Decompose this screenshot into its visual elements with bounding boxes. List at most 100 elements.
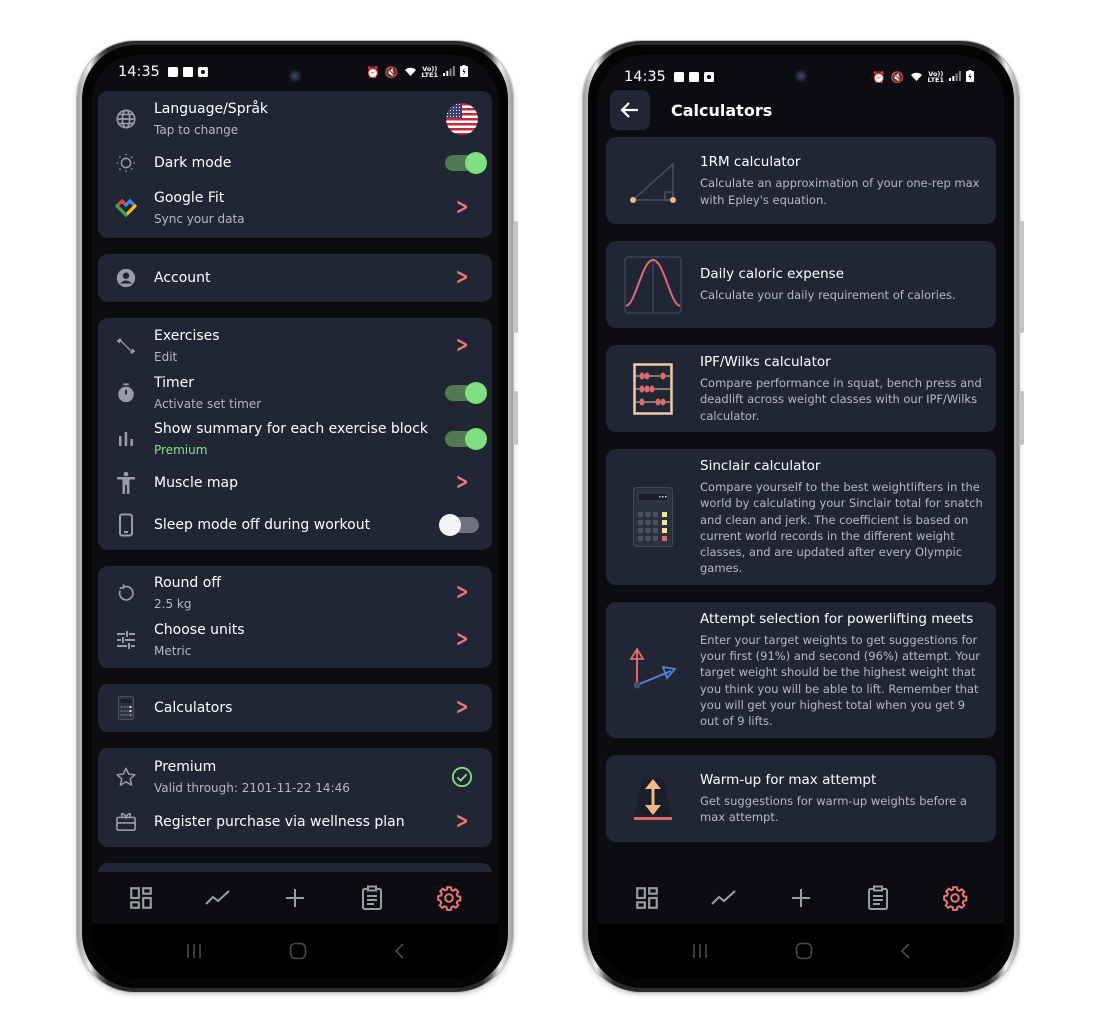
premium-valid-through: Valid through: 2101-11-22 14:46 <box>154 781 350 795</box>
calculator-title: Daily caloric expense <box>700 266 844 283</box>
mute-icon: 🔇 <box>384 65 399 79</box>
setting-title: Round off <box>154 574 221 591</box>
calculator-1rm[interactable]: 1RM calculator Calculate an approximatio… <box>606 137 996 224</box>
nav-add[interactable] <box>275 878 315 918</box>
chevron-right-icon: > <box>455 470 469 495</box>
setting-muscle-map[interactable]: Muscle map > <box>98 462 492 504</box>
nav-programs[interactable] <box>858 878 898 918</box>
nav-add[interactable] <box>781 878 821 918</box>
camera-notification-icon <box>197 67 208 77</box>
calculator-title: 1RM calculator <box>700 154 801 171</box>
settings-list: Language/Språk Tap to change Dark mode G… <box>98 91 492 919</box>
alarm-icon: ⏰ <box>872 70 886 84</box>
setting-timer: Timer Activate set timer <box>98 369 492 416</box>
calculator-ipf-wilks[interactable]: IPF/Wilks calculator Compare performance… <box>606 345 996 432</box>
plus-icon <box>285 889 304 907</box>
chevron-right-icon: > <box>455 579 469 605</box>
sliders-icon <box>98 630 154 650</box>
app-header: Calculators <box>610 89 992 131</box>
bottom-navigation <box>598 872 1004 924</box>
volume-button <box>1019 221 1024 333</box>
calculator-icon <box>606 486 700 547</box>
phone-icon <box>98 513 154 537</box>
nav-dashboard[interactable] <box>627 878 667 918</box>
wifi-icon <box>404 66 417 79</box>
back-nav-icon[interactable] <box>393 942 405 960</box>
setting-title: Register purchase via wellness plan <box>154 814 405 830</box>
setting-title: Sleep mode off during workout <box>154 517 371 533</box>
phone-calculators: 14:35 ⏰ 🔇 Vo)) LTE1 Calculators 1RM calc… <box>583 41 1024 992</box>
setting-exercises[interactable]: Exercises Edit > <box>98 322 492 369</box>
globe-icon <box>98 108 154 130</box>
signal-icon <box>949 70 961 84</box>
dark-mode-toggle[interactable] <box>445 152 487 174</box>
nav-dashboard[interactable] <box>121 878 161 918</box>
setting-subtitle: Metric <box>154 643 192 658</box>
premium-label: Premium <box>154 443 208 457</box>
dumbbell-icon <box>98 335 154 357</box>
gallery-notification-icon <box>167 67 178 77</box>
calculator-caloric[interactable]: Daily caloric expense Calculate your dai… <box>606 241 996 328</box>
us-flag-icon[interactable] <box>446 103 478 135</box>
setting-wellness-plan[interactable]: Register purchase via wellness plan > <box>98 802 492 842</box>
system-navigation <box>92 924 498 978</box>
calculator-title: IPF/Wilks calculator <box>700 354 831 371</box>
phone-settings: 14:35 ⏰ 🔇 Vo)) LTE1 Language/Språk Tap t… <box>77 41 518 992</box>
warmup-arrow-icon <box>606 775 700 821</box>
calculator-sinclair[interactable]: Sinclair calculator Compare yourself to … <box>606 449 996 585</box>
setting-subtitle: Activate set timer <box>154 396 262 411</box>
setting-title: Premium <box>154 759 217 775</box>
calculator-description: Calculate your daily requirement of calo… <box>700 288 956 303</box>
body-icon <box>98 471 154 495</box>
setting-choose-units[interactable]: Choose units Metric > <box>98 616 492 663</box>
battery-icon <box>460 64 468 80</box>
news-notification-icon <box>688 72 699 82</box>
bell-curve-icon <box>606 255 700 314</box>
nav-progress[interactable] <box>198 878 238 918</box>
recent-apps-icon[interactable] <box>691 943 709 959</box>
gift-card-icon <box>98 812 154 832</box>
setting-title: Exercises <box>154 327 220 344</box>
setting-title: Google Fit <box>154 190 225 206</box>
mute-icon: 🔇 <box>890 70 905 84</box>
camera-notification-icon <box>703 72 714 82</box>
status-bar: 14:35 ⏰ 🔇 Vo)) LTE1 <box>92 55 498 89</box>
setting-account[interactable]: Account > <box>98 254 492 302</box>
summary-toggle[interactable] <box>445 428 487 450</box>
sleep-mode-toggle[interactable] <box>439 514 479 536</box>
chevron-right-icon: > <box>455 265 469 290</box>
calculator-icon <box>98 696 154 720</box>
setting-round-off[interactable]: Round off 2.5 kg > <box>98 569 492 616</box>
nav-progress[interactable] <box>704 878 744 918</box>
calculator-title: Attempt selection for powerlifting meets <box>700 610 974 627</box>
nav-settings[interactable] <box>935 878 975 918</box>
calculator-description: Enter your target weights to get suggest… <box>700 632 980 729</box>
setting-google-fit[interactable]: Google Fit Sync your data > <box>98 183 492 233</box>
settings-group-general: Language/Språk Tap to change Dark mode G… <box>98 91 492 238</box>
timer-toggle[interactable] <box>445 381 487 404</box>
settings-group-premium: Premium Valid through: 2101-11-22 14:46 … <box>98 748 492 847</box>
setting-language[interactable]: Language/Språk Tap to change <box>98 95 492 143</box>
nav-settings[interactable] <box>429 878 469 918</box>
setting-title: Muscle map <box>154 475 238 491</box>
account-icon <box>98 267 154 289</box>
home-icon[interactable] <box>289 942 307 960</box>
check-circle-icon <box>451 766 473 788</box>
dashboard-icon <box>129 887 152 909</box>
back-nav-icon[interactable] <box>899 942 911 960</box>
setting-title: Language/Språk <box>154 101 269 117</box>
triangle-icon <box>606 156 700 206</box>
setting-calculators[interactable]: Calculators > <box>98 684 492 732</box>
home-icon[interactable] <box>795 942 813 960</box>
settings-gear-icon <box>437 886 462 911</box>
calculator-attempt-selection[interactable]: Attempt selection for powerlifting meets… <box>606 601 996 738</box>
settings-group-workout: Exercises Edit > Timer Activate set time… <box>98 318 492 550</box>
lte-indicator: Vo)) LTE1 <box>421 64 438 79</box>
back-button[interactable] <box>610 90 650 130</box>
setting-title: Account <box>154 270 211 286</box>
calculator-warm-up[interactable]: Warm-up for max attempt Get suggestions … <box>606 754 996 842</box>
rotate-icon <box>98 583 154 603</box>
nav-programs[interactable] <box>352 878 392 918</box>
news-notification-icon <box>182 67 193 77</box>
recent-apps-icon[interactable] <box>185 943 203 959</box>
